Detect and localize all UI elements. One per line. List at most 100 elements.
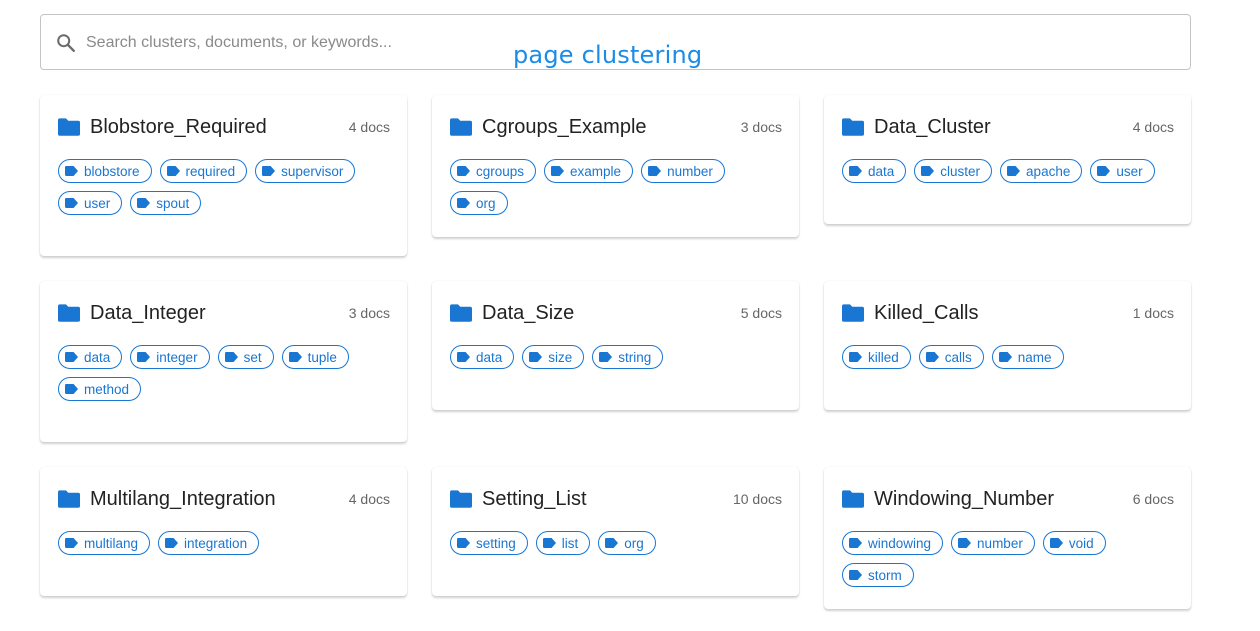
tag-icon — [529, 352, 543, 362]
card-header: Data_Size 5 docs — [450, 301, 782, 325]
cluster-card-windowing-number[interactable]: Windowing_Number 6 docs windowing number… — [824, 467, 1191, 609]
search-icon — [57, 34, 75, 52]
keyword-chip[interactable]: number — [951, 531, 1035, 555]
keyword-chip-label: method — [84, 381, 130, 397]
keyword-chip[interactable]: user — [58, 191, 123, 215]
folder-icon — [842, 490, 864, 508]
keyword-chip[interactable]: tuple — [281, 345, 349, 369]
tag-icon — [551, 166, 565, 176]
cluster-card-data-cluster[interactable]: Data_Cluster 4 docs data cluster apache — [824, 95, 1191, 224]
cluster-card-killed-calls[interactable]: Killed_Calls 1 docs killed calls name — [824, 281, 1191, 410]
doc-count: 3 docs — [348, 305, 390, 321]
keyword-chip[interactable]: size — [522, 345, 585, 369]
tag-icon — [288, 352, 302, 362]
keyword-chips: multilang integration — [58, 531, 378, 555]
card-header: Setting_List 10 docs — [450, 487, 782, 511]
keyword-chip[interactable]: required — [159, 159, 248, 183]
keyword-chip[interactable]: list — [535, 531, 591, 555]
doc-count: 4 docs — [348, 119, 390, 135]
keyword-chip[interactable]: set — [217, 345, 274, 369]
doc-count: 3 docs — [740, 119, 782, 135]
keyword-chip[interactable]: cluster — [914, 159, 993, 183]
keyword-chip-label: integration — [184, 535, 248, 551]
keyword-chip[interactable]: example — [544, 159, 634, 183]
tag-icon — [224, 352, 238, 362]
tag-icon — [599, 352, 613, 362]
cluster-card-multilang-integration[interactable]: Multilang_Integration 4 docs multilang i… — [40, 467, 407, 596]
keyword-chip-label: list — [561, 535, 579, 551]
keyword-chip[interactable]: setting — [450, 531, 528, 555]
cluster-title: Setting_List — [482, 487, 587, 510]
keyword-chip[interactable]: void — [1042, 531, 1106, 555]
tag-icon — [165, 538, 179, 548]
keyword-chip[interactable]: number — [641, 159, 725, 183]
keyword-chip-label: data — [84, 349, 111, 365]
folder-icon — [842, 304, 864, 322]
tag-icon — [605, 538, 619, 548]
keyword-chip[interactable]: calls — [918, 345, 984, 369]
tag-icon — [542, 538, 556, 548]
keyword-chip[interactable]: data — [58, 345, 123, 369]
folder-icon — [450, 304, 472, 322]
folder-icon — [58, 490, 80, 508]
tag-icon — [65, 538, 78, 548]
card-title-wrap: Data_Integer — [58, 302, 206, 325]
tag-icon — [457, 352, 470, 362]
keyword-chip[interactable]: org — [598, 531, 656, 555]
cluster-title: Data_Size — [482, 301, 575, 324]
keyword-chips: killed calls name — [842, 345, 1162, 369]
keyword-chip-label: windowing — [868, 535, 932, 551]
cluster-title: Windowing_Number — [874, 487, 1055, 510]
cluster-card-data-size[interactable]: Data_Size 5 docs data size string — [432, 281, 799, 410]
keyword-chip[interactable]: windowing — [842, 531, 944, 555]
keyword-chip[interactable]: blobstore — [58, 159, 152, 183]
keyword-chips: blobstore required supervisor user spout — [58, 159, 378, 215]
tag-icon — [1049, 538, 1063, 548]
tag-icon — [65, 384, 78, 394]
keyword-chip-label: user — [84, 195, 111, 211]
keyword-chip[interactable]: data — [842, 159, 907, 183]
card-header: Data_Cluster 4 docs — [842, 115, 1174, 139]
keyword-chips: cgroups example number org — [450, 159, 770, 215]
keyword-chip-label: number — [667, 163, 713, 179]
keyword-chip[interactable]: user — [1090, 159, 1155, 183]
card-title-wrap: Blobstore_Required — [58, 116, 267, 139]
cluster-card-cgroups-example[interactable]: Cgroups_Example 3 docs cgroups example n… — [432, 95, 799, 237]
keyword-chip[interactable]: string — [592, 345, 664, 369]
cluster-title: Cgroups_Example — [482, 115, 647, 138]
tag-icon — [65, 352, 78, 362]
keyword-chip-label: multilang — [84, 535, 139, 551]
doc-count: 10 docs — [732, 491, 782, 507]
keyword-chip-label: blobstore — [84, 163, 140, 179]
doc-count: 4 docs — [348, 491, 390, 507]
keyword-chip-label: example — [570, 163, 622, 179]
keyword-chip[interactable]: name — [991, 345, 1064, 369]
keyword-chip[interactable]: supervisor — [255, 159, 356, 183]
keyword-chip[interactable]: method — [58, 377, 142, 401]
keyword-chip-label: org — [624, 535, 644, 551]
keyword-chip[interactable]: multilang — [58, 531, 151, 555]
tag-icon — [958, 538, 972, 548]
tag-icon — [457, 166, 470, 176]
keyword-chip[interactable]: integration — [158, 531, 260, 555]
keyword-chip[interactable]: cgroups — [450, 159, 537, 183]
keyword-chip-label: integer — [156, 349, 198, 365]
keyword-chip[interactable]: apache — [1000, 159, 1083, 183]
keyword-chip[interactable]: integer — [130, 345, 210, 369]
keyword-chip-label: set — [243, 349, 262, 365]
keyword-chip[interactable]: spout — [130, 191, 202, 215]
tag-icon — [457, 198, 470, 208]
cluster-card-setting-list[interactable]: Setting_List 10 docs setting list org — [432, 467, 799, 596]
keyword-chip-label: data — [476, 349, 503, 365]
page: page clustering Blobstore_Required 4 doc… — [0, 0, 1260, 631]
keyword-chip[interactable]: storm — [842, 563, 914, 587]
keyword-chip[interactable]: killed — [842, 345, 911, 369]
keyword-chip-label: data — [868, 163, 895, 179]
card-header: Multilang_Integration 4 docs — [58, 487, 390, 511]
keyword-chip[interactable]: data — [450, 345, 515, 369]
cluster-card-blobstore-required[interactable]: Blobstore_Required 4 docs blobstore requ… — [40, 95, 407, 256]
keyword-chip-label: string — [618, 349, 652, 365]
overlay-title: page clustering — [513, 41, 703, 69]
cluster-card-data-integer[interactable]: Data_Integer 3 docs data integer set tup… — [40, 281, 407, 442]
keyword-chip[interactable]: org — [450, 191, 508, 215]
